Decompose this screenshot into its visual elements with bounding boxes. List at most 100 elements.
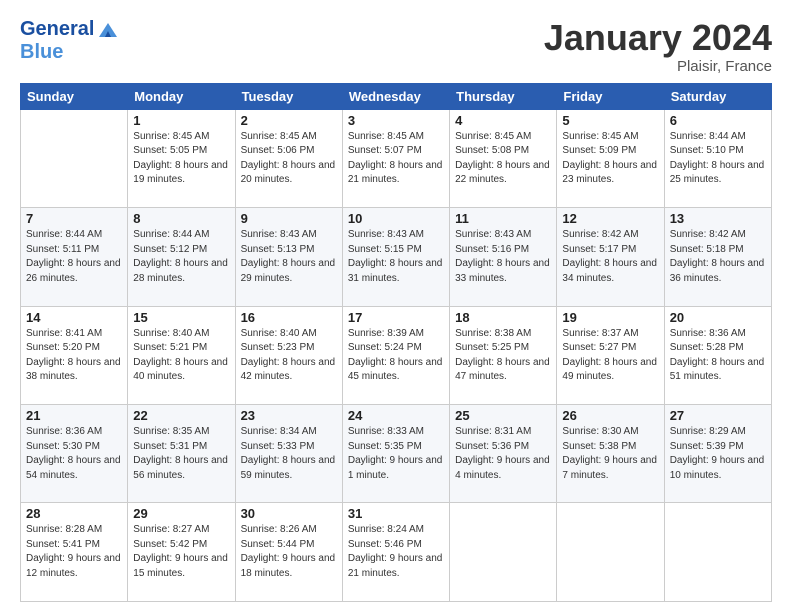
day-info: Sunrise: 8:45 AMSunset: 5:09 PMDaylight:… [562,130,658,188]
cell-w3-d2: 15 Sunrise: 8:40 AMSunset: 5:21 PMDayligh… [128,306,235,404]
day-info: Sunrise: 8:36 AMSunset: 5:28 PMDaylight:… [670,327,766,385]
col-tuesday: Tuesday [235,83,342,109]
day-number: 28 [26,506,122,521]
cell-w2-d2: 8Sunrise: 8:44 AMSunset: 5:12 PMDaylight… [128,208,235,306]
day-info: Sunrise: 8:42 AMSunset: 5:17 PMDaylight:… [562,228,658,286]
cell-w4-d2: 22Sunrise: 8:35 AMSunset: 5:31 PMDayligh… [128,405,235,503]
day-number: 9 [241,211,337,226]
day-info: Sunrise: 8:36 AMSunset: 5:30 PMDaylight:… [26,425,122,483]
day-number: 4 [455,113,551,128]
day-number: 13 [670,211,766,226]
day-info: Sunrise: 8:24 AMSunset: 5:46 PMDaylight:… [348,523,444,581]
day-number: 1 [133,113,229,128]
cell-w4-d4: 24 Sunrise: 8:33 AMSunset: 5:35 PMDayligh… [342,405,449,503]
page: General Blue January 2024 Plaisir, Franc… [0,0,792,612]
cell-w5-d3: 30 Sunrise: 8:26 AMSunset: 5:44 PMDayligh… [235,503,342,602]
cell-w4-d3: 23 Sunrise: 8:34 AMSunset: 5:33 PMDayligh… [235,405,342,503]
cell-w2-d5: 11Sunrise: 8:43 AMSunset: 5:16 PMDayligh… [450,208,557,306]
day-number: 23 [241,408,337,423]
week-row-1: 1 Sunrise: 8:45 AMSunset: 5:05 PMDaylight… [21,109,772,207]
day-number: 21 [26,408,122,423]
calendar-table: Sunday Monday Tuesday Wednesday Thursday… [20,83,772,602]
day-number: 16 [241,310,337,325]
cell-w1-d5: 4Sunrise: 8:45 AMSunset: 5:08 PMDaylight… [450,109,557,207]
cell-w5-d5 [450,503,557,602]
logo: General Blue [20,18,119,64]
day-number: 27 [670,408,766,423]
col-thursday: Thursday [450,83,557,109]
day-number: 26 [562,408,658,423]
day-number: 25 [455,408,551,423]
day-number: 8 [133,211,229,226]
day-number: 29 [133,506,229,521]
cell-w1-d1 [21,109,128,207]
subtitle: Plaisir, France [544,58,772,75]
day-number: 18 [455,310,551,325]
day-info: Sunrise: 8:27 AMSunset: 5:42 PMDaylight:… [133,523,229,581]
day-info: Sunrise: 8:34 AMSunset: 5:33 PMDaylight:… [241,425,337,483]
day-info: Sunrise: 8:38 AMSunset: 5:25 PMDaylight:… [455,327,551,385]
cell-w1-d2: 1 Sunrise: 8:45 AMSunset: 5:05 PMDaylight… [128,109,235,207]
day-info: Sunrise: 8:30 AMSunset: 5:38 PMDaylight:… [562,425,658,483]
cell-w3-d7: 20 Sunrise: 8:36 AMSunset: 5:28 PMDayligh… [664,306,771,404]
cell-w1-d7: 6 Sunrise: 8:44 AMSunset: 5:10 PMDaylight… [664,109,771,207]
cell-w1-d6: 5Sunrise: 8:45 AMSunset: 5:09 PMDaylight… [557,109,664,207]
cell-w3-d3: 16 Sunrise: 8:40 AMSunset: 5:23 PMDayligh… [235,306,342,404]
day-info: Sunrise: 8:35 AMSunset: 5:31 PMDaylight:… [133,425,229,483]
day-number: 14 [26,310,122,325]
day-info: Sunrise: 8:45 AMSunset: 5:05 PMDaylight:… [133,130,229,188]
day-info: Sunrise: 8:40 AMSunset: 5:21 PMDaylight:… [133,327,229,385]
cell-w4-d6: 26 Sunrise: 8:30 AMSunset: 5:38 PMDayligh… [557,405,664,503]
cell-w3-d5: 18 Sunrise: 8:38 AMSunset: 5:25 PMDayligh… [450,306,557,404]
cell-w3-d6: 19Sunrise: 8:37 AMSunset: 5:27 PMDayligh… [557,306,664,404]
day-info: Sunrise: 8:28 AMSunset: 5:41 PMDaylight:… [26,523,122,581]
day-info: Sunrise: 8:44 AMSunset: 5:10 PMDaylight:… [670,130,766,188]
col-wednesday: Wednesday [342,83,449,109]
day-info: Sunrise: 8:43 AMSunset: 5:15 PMDaylight:… [348,228,444,286]
day-number: 20 [670,310,766,325]
title-block: January 2024 Plaisir, France [544,18,772,75]
day-number: 19 [562,310,658,325]
day-number: 11 [455,211,551,226]
cell-w4-d1: 21 Sunrise: 8:36 AMSunset: 5:30 PMDayligh… [21,405,128,503]
col-sunday: Sunday [21,83,128,109]
day-info: Sunrise: 8:31 AMSunset: 5:36 PMDaylight:… [455,425,551,483]
day-info: Sunrise: 8:26 AMSunset: 5:44 PMDaylight:… [241,523,337,581]
cell-w3-d4: 17Sunrise: 8:39 AMSunset: 5:24 PMDayligh… [342,306,449,404]
cell-w5-d2: 29 Sunrise: 8:27 AMSunset: 5:42 PMDayligh… [128,503,235,602]
cell-w3-d1: 14 Sunrise: 8:41 AMSunset: 5:20 PMDayligh… [21,306,128,404]
week-row-4: 21 Sunrise: 8:36 AMSunset: 5:30 PMDayligh… [21,405,772,503]
logo-icon [97,21,119,39]
logo-blue: Blue [20,41,63,63]
day-info: Sunrise: 8:42 AMSunset: 5:18 PMDaylight:… [670,228,766,286]
logo-general: General [20,18,94,41]
cell-w2-d1: 7 Sunrise: 8:44 AMSunset: 5:11 PMDaylight… [21,208,128,306]
day-number: 15 [133,310,229,325]
day-number: 7 [26,211,122,226]
cell-w5-d6 [557,503,664,602]
cell-w4-d5: 25 Sunrise: 8:31 AMSunset: 5:36 PMDayligh… [450,405,557,503]
cell-w4-d7: 27 Sunrise: 8:29 AMSunset: 5:39 PMDayligh… [664,405,771,503]
col-friday: Friday [557,83,664,109]
day-info: Sunrise: 8:41 AMSunset: 5:20 PMDaylight:… [26,327,122,385]
day-info: Sunrise: 8:43 AMSunset: 5:13 PMDaylight:… [241,228,337,286]
day-number: 10 [348,211,444,226]
day-info: Sunrise: 8:44 AMSunset: 5:11 PMDaylight:… [26,228,122,286]
cell-w1-d4: 3Sunrise: 8:45 AMSunset: 5:07 PMDaylight… [342,109,449,207]
day-number: 6 [670,113,766,128]
day-info: Sunrise: 8:33 AMSunset: 5:35 PMDaylight:… [348,425,444,483]
day-info: Sunrise: 8:29 AMSunset: 5:39 PMDaylight:… [670,425,766,483]
day-number: 30 [241,506,337,521]
cell-w1-d3: 2Sunrise: 8:45 AMSunset: 5:06 PMDaylight… [235,109,342,207]
cell-w5-d1: 28 Sunrise: 8:28 AMSunset: 5:41 PMDayligh… [21,503,128,602]
col-monday: Monday [128,83,235,109]
cell-w5-d7 [664,503,771,602]
cell-w2-d3: 9 Sunrise: 8:43 AMSunset: 5:13 PMDaylight… [235,208,342,306]
col-saturday: Saturday [664,83,771,109]
week-row-3: 14 Sunrise: 8:41 AMSunset: 5:20 PMDayligh… [21,306,772,404]
day-number: 12 [562,211,658,226]
day-number: 24 [348,408,444,423]
day-info: Sunrise: 8:40 AMSunset: 5:23 PMDaylight:… [241,327,337,385]
month-title: January 2024 [544,18,772,58]
cell-w2-d4: 10 Sunrise: 8:43 AMSunset: 5:15 PMDayligh… [342,208,449,306]
